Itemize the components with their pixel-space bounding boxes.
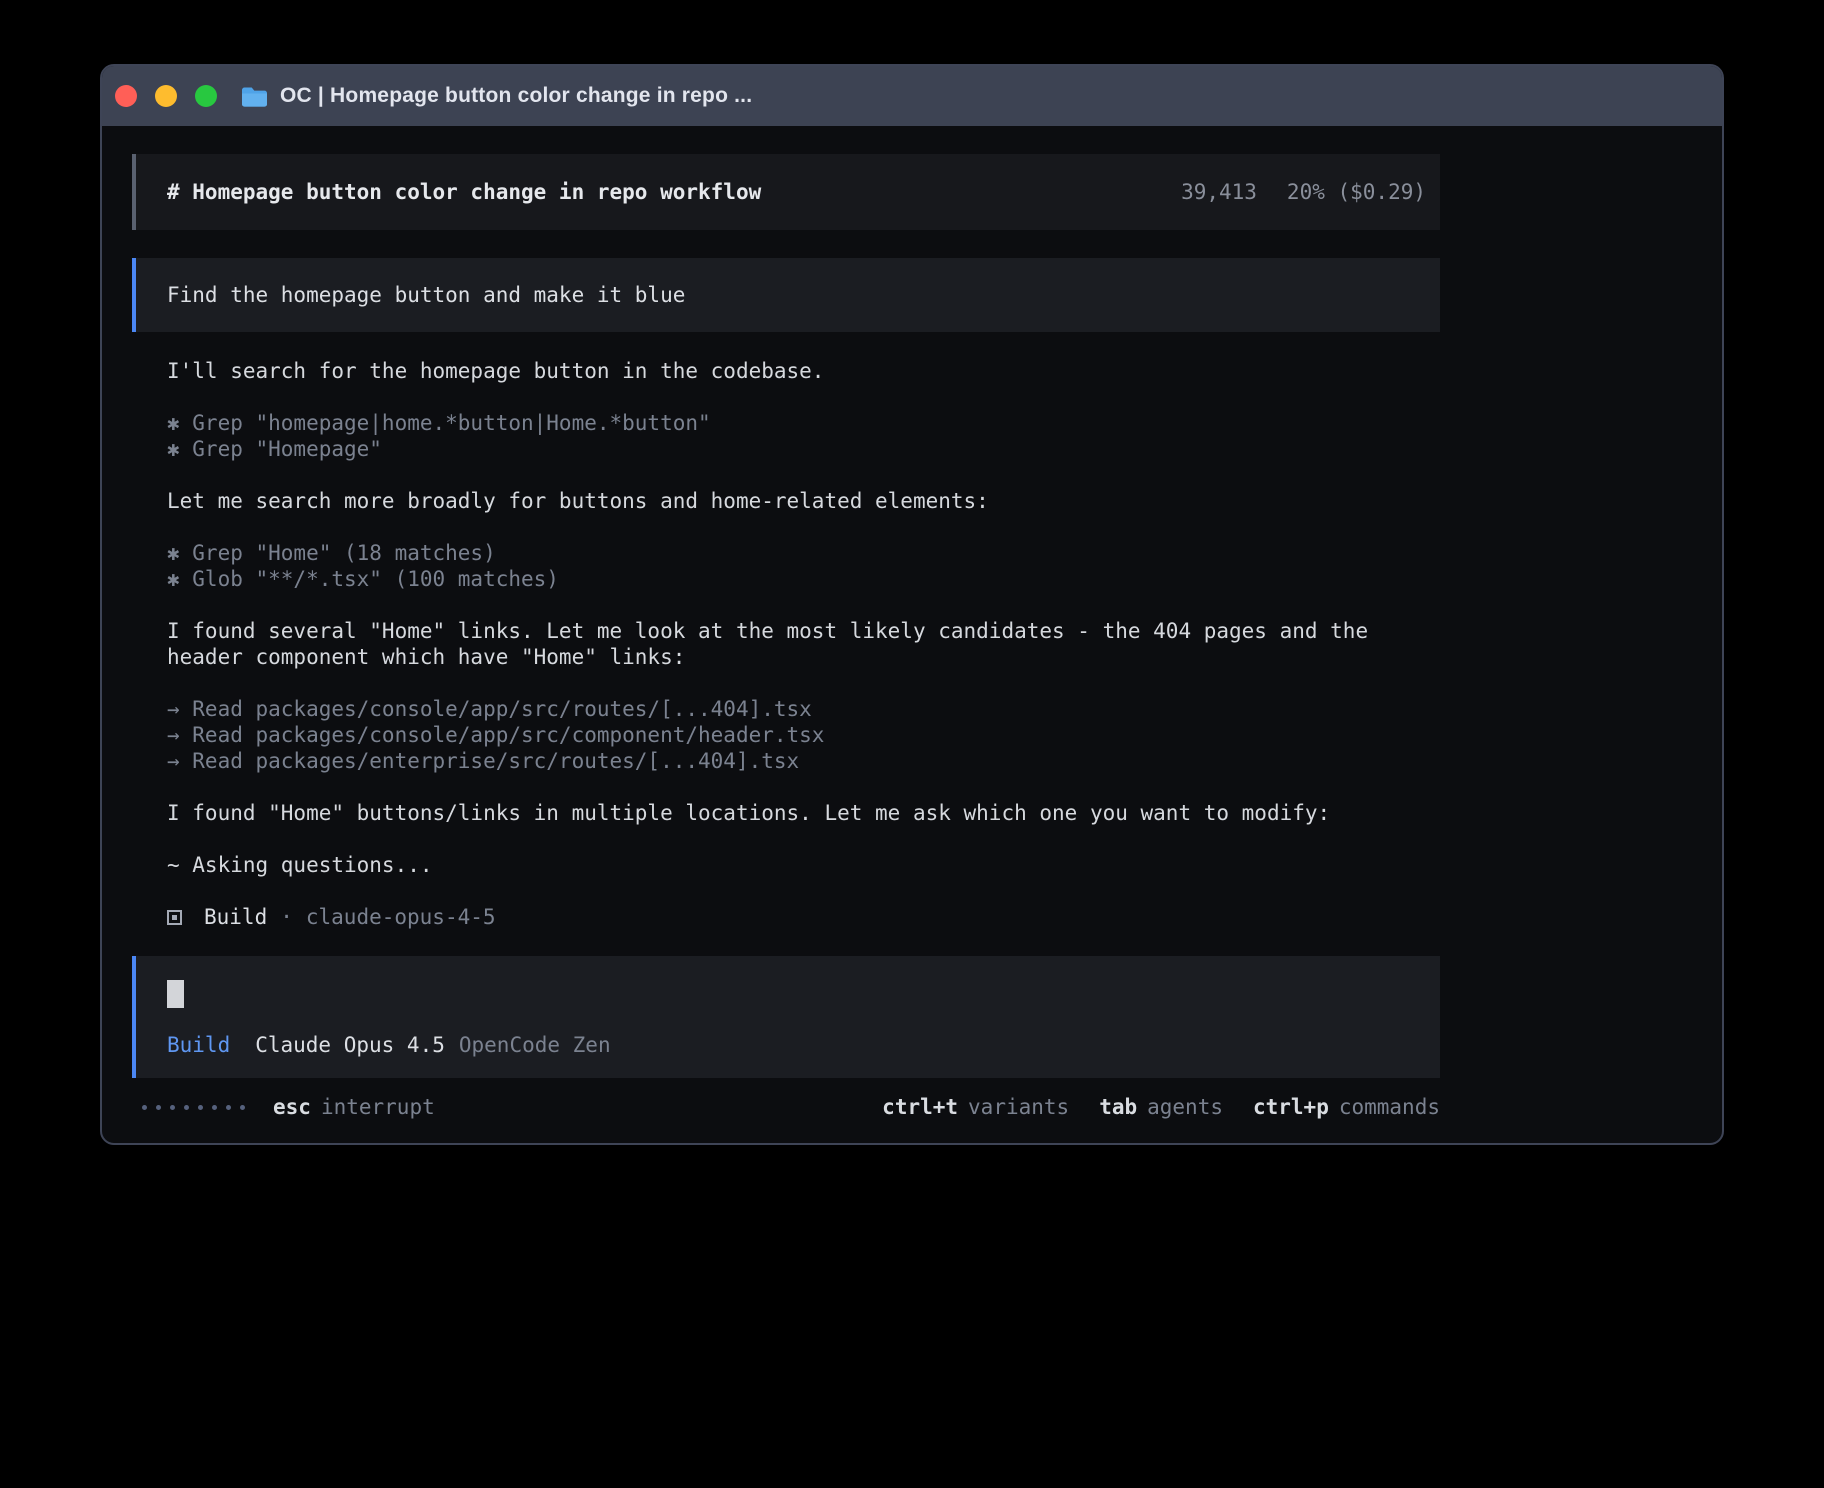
assistant-text: I found several "Home" links. Let me loo… [132,618,1382,670]
tool-call-read: → Read packages/enterprise/src/routes/[.… [167,748,1440,774]
terminal-content: # Homepage button color change in repo w… [102,126,1722,1145]
tool-call-grep: ✱ Grep "Home" (18 matches) [167,540,1440,566]
session-title: # Homepage button color change in repo w… [167,180,761,204]
agent-name: Build [204,904,267,930]
tool-call-group: ✱ Grep "Home" (18 matches) ✱ Glob "**/*.… [132,540,1440,592]
shortcut-commands: ctrl+p commands [1253,1094,1440,1120]
folder-icon [241,86,268,107]
assistant-status-text: ~ Asking questions... [132,852,1440,878]
agent-icon [167,910,182,925]
tool-call-read: → Read packages/console/app/src/componen… [167,722,1440,748]
tool-call-grep: ✱ Grep "homepage|home.*button|Home.*butt… [167,410,1440,436]
input-provider-label: OpenCode Zen [459,1032,611,1058]
input-model-label: Claude Opus 4.5 [255,1032,445,1058]
agent-model: claude-opus-4-5 [306,904,496,930]
tool-call-group: ✱ Grep "homepage|home.*button|Home.*butt… [132,410,1440,462]
text-cursor [167,980,184,1008]
session-stats: 39,413 20% ($0.29) [1181,180,1426,204]
input-meta: Build Claude Opus 4.5 OpenCode Zen [167,1032,1409,1058]
shortcut-key: ctrl+t [882,1094,958,1120]
terminal-window: OC | Homepage button color change in rep… [100,64,1724,1145]
tool-call-read: → Read packages/console/app/src/routes/[… [167,696,1440,722]
assistant-text: I'll search for the homepage button in t… [132,358,1440,384]
shortcut-label: agents [1147,1094,1223,1120]
shortcut-agents: tab agents [1099,1094,1223,1120]
shortcut-key: tab [1099,1094,1137,1120]
status-right: ctrl+t variants tab agents ctrl+p comman… [882,1094,1440,1120]
input-mode-label: Build [167,1032,230,1058]
tool-call-glob: ✱ Glob "**/*.tsx" (100 matches) [167,566,1440,592]
status-left: esc interrupt [132,1094,435,1120]
context-cost: 20% ($0.29) [1287,180,1426,204]
shortcut-label-interrupt: interrupt [321,1094,435,1120]
zoom-button[interactable] [195,85,217,107]
desktop-background: OC | Homepage button color change in rep… [0,0,1824,1488]
status-bar: esc interrupt ctrl+t variants tab agents [132,1094,1440,1120]
tool-call-group: → Read packages/console/app/src/routes/[… [132,696,1440,774]
traffic-lights [115,85,217,107]
working-spinner-dots [142,1105,245,1110]
tool-call-grep: ✱ Grep "Homepage" [167,436,1440,462]
close-button[interactable] [115,85,137,107]
minimize-button[interactable] [155,85,177,107]
agent-row: Build · claude-opus-4-5 [132,904,1440,930]
shortcut-variants: ctrl+t variants [882,1094,1069,1120]
session-header: # Homepage button color change in repo w… [132,154,1440,230]
window-title: OC | Homepage button color change in rep… [280,84,752,108]
agent-separator: · [280,904,293,930]
shortcut-key-esc: esc [273,1094,311,1120]
shortcut-label: commands [1339,1094,1440,1120]
user-message-text: Find the homepage button and make it blu… [167,283,685,307]
assistant-text: I found "Home" buttons/links in multiple… [132,800,1382,826]
shortcut-key: ctrl+p [1253,1094,1329,1120]
window-titlebar[interactable]: OC | Homepage button color change in rep… [102,66,1722,126]
prompt-input[interactable]: Build Claude Opus 4.5 OpenCode Zen [132,956,1440,1078]
assistant-text: Let me search more broadly for buttons a… [132,488,1440,514]
token-count: 39,413 [1181,180,1257,204]
user-message: Find the homepage button and make it blu… [132,258,1440,332]
shortcut-label: variants [968,1094,1069,1120]
